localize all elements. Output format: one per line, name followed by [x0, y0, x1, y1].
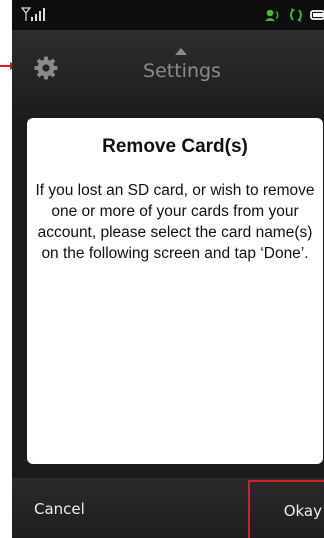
- bottom-action-bar: Cancel Okay: [12, 478, 324, 538]
- okay-button[interactable]: Okay: [248, 480, 324, 538]
- title-bar: Settings: [12, 30, 324, 116]
- headset-icon: [265, 9, 279, 21]
- gear-icon[interactable]: [34, 56, 58, 80]
- sync-icon: [290, 8, 302, 22]
- phone-screen: Settings Remove Card(s) If you lost an S…: [12, 0, 324, 538]
- okay-button-label: Okay: [283, 502, 322, 520]
- dialog-heading: Remove Card(s): [102, 136, 248, 157]
- dialog-card: Remove Card(s) If you lost an SD card, o…: [27, 118, 323, 464]
- signal-icon: [21, 7, 45, 21]
- dialog-message: If you lost an SD card, or wish to remov…: [35, 182, 315, 262]
- page-title: Settings: [143, 60, 221, 82]
- cancel-button[interactable]: Cancel: [34, 500, 85, 518]
- battery-icon: [310, 10, 324, 20]
- caret-up-icon[interactable]: [175, 48, 187, 55]
- status-bar: [12, 0, 324, 30]
